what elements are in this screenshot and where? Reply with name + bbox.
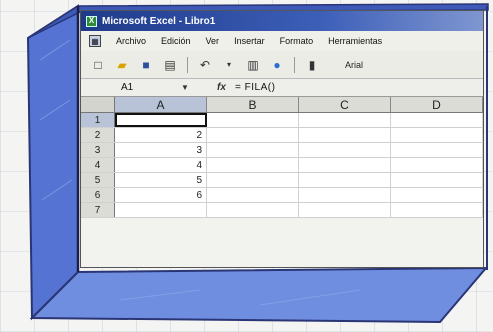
name-box[interactable]: A1 <box>81 82 181 93</box>
row-header[interactable]: 7 <box>81 203 115 217</box>
cell[interactable] <box>207 158 299 172</box>
cell[interactable] <box>299 173 391 187</box>
cell[interactable] <box>207 203 299 217</box>
menu-insertar[interactable]: Insertar <box>234 36 265 46</box>
spreadsheet-grid: A B C D 1 2 2 3 3 4 4 5 5 6 6 7 <box>81 97 483 218</box>
row-header[interactable]: 1 <box>81 113 115 127</box>
cell[interactable] <box>299 128 391 142</box>
table-row: 7 <box>81 203 483 218</box>
cell[interactable]: 3 <box>115 143 207 157</box>
cell[interactable]: 2 <box>115 128 207 142</box>
table-row: 5 5 <box>81 173 483 188</box>
table-row: 1 <box>81 113 483 128</box>
cell[interactable]: 4 <box>115 158 207 172</box>
cell[interactable] <box>207 143 299 157</box>
cell[interactable] <box>207 173 299 187</box>
cell[interactable] <box>391 128 483 142</box>
document-menu-icon[interactable]: ▦ <box>89 35 101 47</box>
cell[interactable] <box>207 128 299 142</box>
new-document-icon[interactable]: □ <box>89 56 107 74</box>
table-row: 4 4 <box>81 158 483 173</box>
excel-icon: X <box>86 15 97 27</box>
toolbar-separator <box>187 56 188 73</box>
column-header-row: A B C D <box>81 97 483 113</box>
row-header[interactable]: 6 <box>81 188 115 202</box>
standard-toolbar: □ ▰ ■ ▤ ↶ ▾ ▥ ● ▮ Arial <box>81 51 483 79</box>
chart-icon[interactable]: ▥ <box>244 56 262 74</box>
menu-bar: ▦ Archivo Edición Ver Insertar Formato H… <box>81 31 483 51</box>
cell[interactable] <box>299 158 391 172</box>
column-header-d[interactable]: D <box>391 97 483 112</box>
table-row: 3 3 <box>81 143 483 158</box>
chevron-down-icon[interactable]: ▼ <box>181 83 197 92</box>
font-name-box[interactable]: Arial <box>341 59 367 71</box>
cell[interactable] <box>299 203 391 217</box>
frame-left-side <box>26 4 79 321</box>
menu-herramientas[interactable]: Herramientas <box>328 36 382 46</box>
cell[interactable] <box>391 113 483 127</box>
cell[interactable] <box>391 203 483 217</box>
cell[interactable] <box>391 173 483 187</box>
formula-bar: A1 ▼ fx = FILA() <box>81 79 483 97</box>
cell[interactable]: 6 <box>115 188 207 202</box>
dropdown-icon[interactable]: ▾ <box>220 56 238 74</box>
menu-ver[interactable]: Ver <box>206 36 220 46</box>
title-bar: X Microsoft Excel - Libro1 <box>81 11 483 31</box>
cell[interactable] <box>207 113 299 127</box>
select-all-corner[interactable] <box>81 97 115 112</box>
print-icon[interactable]: ▤ <box>161 56 179 74</box>
cell[interactable] <box>391 158 483 172</box>
column-header-b[interactable]: B <box>207 97 299 112</box>
table-row: 2 2 <box>81 128 483 143</box>
scroll-icon[interactable]: ▮ <box>303 56 321 74</box>
row-header[interactable]: 2 <box>81 128 115 142</box>
row-header[interactable]: 3 <box>81 143 115 157</box>
cell[interactable] <box>391 143 483 157</box>
frame-bottom-side <box>29 266 489 324</box>
cell[interactable] <box>207 188 299 202</box>
menu-formato[interactable]: Formato <box>280 36 314 46</box>
cell[interactable] <box>299 143 391 157</box>
excel-window: X Microsoft Excel - Libro1 ▦ Archivo Edi… <box>80 10 484 268</box>
toolbar-separator <box>294 56 295 73</box>
globe-icon[interactable]: ● <box>268 56 286 74</box>
window-title: Microsoft Excel - Libro1 <box>102 15 216 27</box>
menu-archivo[interactable]: Archivo <box>116 36 146 46</box>
cell[interactable] <box>391 188 483 202</box>
column-header-a[interactable]: A <box>115 97 207 112</box>
row-header[interactable]: 5 <box>81 173 115 187</box>
cell[interactable] <box>299 188 391 202</box>
open-folder-icon[interactable]: ▰ <box>113 56 131 74</box>
fx-icon[interactable]: fx <box>217 82 231 93</box>
cell[interactable] <box>115 203 207 217</box>
undo-icon[interactable]: ↶ <box>196 56 214 74</box>
cell[interactable] <box>299 113 391 127</box>
cell[interactable]: 5 <box>115 173 207 187</box>
row-header[interactable]: 4 <box>81 158 115 172</box>
table-row: 6 6 <box>81 188 483 203</box>
column-header-c[interactable]: C <box>299 97 391 112</box>
formula-input[interactable]: = FILA() <box>231 82 275 93</box>
save-icon[interactable]: ■ <box>137 56 155 74</box>
menu-edicion[interactable]: Edición <box>161 36 191 46</box>
cell-a1[interactable] <box>115 113 207 127</box>
